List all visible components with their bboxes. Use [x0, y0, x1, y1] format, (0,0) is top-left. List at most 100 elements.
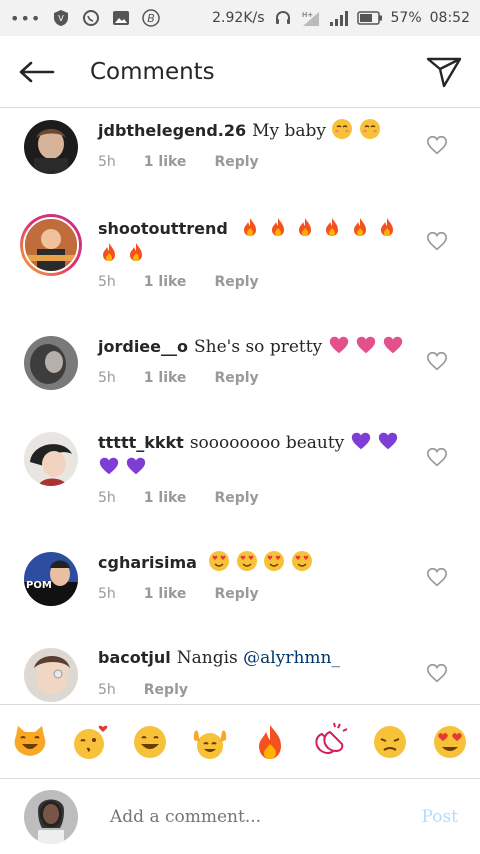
fire-icon	[239, 218, 261, 239]
pink-heart-icon	[355, 336, 377, 357]
comment-username[interactable]: shootouttrend	[98, 219, 228, 238]
signal-hplus-icon: H+	[301, 8, 321, 28]
avatar[interactable]	[24, 648, 78, 702]
headphones-icon	[273, 8, 293, 28]
mention-link[interactable]: @alyrhmn_	[243, 648, 340, 668]
heart-eyes-icon	[291, 551, 313, 573]
clapping-hands-icon[interactable]	[308, 720, 352, 764]
comment-likes[interactable]: 1 like	[144, 586, 187, 602]
reply-button[interactable]: Reply	[214, 586, 258, 602]
fire-icon	[321, 218, 343, 239]
avatar[interactable]	[24, 336, 78, 390]
reply-button[interactable]: Reply	[214, 154, 258, 170]
sad-face-icon[interactable]	[368, 720, 412, 764]
comment-item: jordiee__o She's so pretty 5h 1 like Repl…	[0, 324, 480, 420]
comment-likes[interactable]: 1 like	[144, 370, 187, 386]
comment-body: soooooooo beauty	[189, 433, 345, 453]
comment-meta: 5h 1 like Reply	[98, 274, 259, 290]
bitcoin-icon: B	[141, 8, 161, 28]
back-button[interactable]	[0, 36, 72, 108]
comment-body: Nangis	[176, 648, 238, 668]
svg-text:B: B	[148, 12, 156, 25]
avatar-story-ring[interactable]	[20, 214, 82, 276]
paper-plane-icon	[426, 57, 462, 87]
comment-likes[interactable]: 1 like	[144, 274, 187, 290]
blushing-face-icon	[359, 119, 381, 141]
comment-username[interactable]: jordiee__o	[98, 337, 188, 356]
comment-likes[interactable]: 1 like	[144, 154, 187, 170]
status-bar: ••• V B 2.92K/s H+ 57% 08:52	[0, 0, 480, 36]
battery-icon	[356, 8, 383, 28]
comment-item: shootouttrend 5h 1 like Reply	[0, 204, 480, 324]
raised-hands-icon[interactable]	[188, 720, 232, 764]
purple-heart-icon	[98, 457, 120, 478]
heart-eyes-icon[interactable]	[428, 720, 472, 764]
heart-eyes-icon	[263, 551, 285, 573]
fire-icon	[98, 243, 120, 264]
comment-username[interactable]: ttttt_kkkt	[98, 433, 184, 452]
comment-time: 5h	[98, 682, 116, 698]
purple-heart-icon	[125, 457, 147, 478]
fire-icon	[376, 218, 398, 239]
emoji-quick-bar	[0, 704, 480, 778]
purple-heart-icon	[350, 432, 372, 453]
comment-text: jdbthelegend.26 My baby	[98, 118, 410, 143]
post-button[interactable]: Post	[421, 807, 458, 827]
comment-time: 5h	[98, 274, 116, 290]
comment-input[interactable]	[108, 805, 422, 828]
comment-item: bacotjul Nangis @alyrhmn_ 5h Reply	[0, 636, 480, 704]
heart-eyes-icon	[236, 551, 258, 573]
comment-meta: 5h 1 like Reply	[98, 154, 259, 170]
like-heart-icon[interactable]	[426, 446, 448, 468]
kissing-face-icon[interactable]	[68, 720, 112, 764]
comment-text: cgharisima	[98, 550, 410, 575]
comment-item: jdbthelegend.26 My baby 5h 1 like Reply	[0, 108, 480, 204]
comment-username[interactable]: jdbthelegend.26	[98, 121, 246, 140]
comment-text: bacotjul Nangis @alyrhmn_	[98, 646, 410, 670]
comment-username[interactable]: cgharisima	[98, 553, 197, 572]
reply-button[interactable]: Reply	[214, 274, 258, 290]
like-heart-icon[interactable]	[426, 134, 448, 156]
comment-composer: Post	[0, 778, 480, 854]
avatar[interactable]	[24, 432, 78, 486]
clock: 08:52	[429, 10, 470, 26]
avatar[interactable]	[24, 120, 78, 174]
heart-eyes-icon	[208, 551, 230, 573]
comments-list[interactable]: jdbthelegend.26 My baby 5h 1 like Reply s…	[0, 108, 480, 704]
grinning-cat-icon[interactable]	[8, 720, 52, 764]
like-heart-icon[interactable]	[426, 566, 448, 588]
pink-heart-icon	[382, 336, 404, 357]
comment-body: She's so pretty	[194, 337, 323, 357]
blushing-face-icon	[331, 119, 353, 141]
comment-text: ttttt_kkkt soooooooo beauty	[98, 430, 410, 480]
comment-meta: 5h 1 like Reply	[98, 370, 259, 386]
fire-icon[interactable]	[248, 720, 292, 764]
comment-likes[interactable]: 1 like	[144, 490, 187, 506]
avatar[interactable]: POM	[24, 552, 78, 606]
reply-button[interactable]: Reply	[144, 682, 188, 698]
like-heart-icon[interactable]	[426, 230, 448, 252]
comments-header: Comments	[0, 36, 480, 108]
comment-meta: 5h 1 like Reply	[98, 490, 259, 506]
comment-username[interactable]: bacotjul	[98, 648, 171, 667]
fire-icon	[349, 218, 371, 239]
signal-bars-icon	[329, 8, 349, 28]
fire-icon	[267, 218, 289, 239]
comment-meta: 5h 1 like Reply	[98, 586, 259, 602]
network-speed: 2.92K/s	[212, 10, 265, 26]
fire-icon	[294, 218, 316, 239]
reply-button[interactable]: Reply	[214, 490, 258, 506]
direct-share-button[interactable]	[408, 36, 480, 108]
purple-heart-icon	[377, 432, 399, 453]
current-user-avatar	[24, 789, 78, 844]
reply-button[interactable]: Reply	[214, 370, 258, 386]
like-heart-icon[interactable]	[426, 350, 448, 372]
battery-percent: 57%	[390, 10, 422, 26]
smiling-face-icon[interactable]	[128, 720, 172, 764]
like-heart-icon[interactable]	[426, 662, 448, 684]
back-arrow-icon	[19, 61, 55, 82]
comment-body: My baby	[252, 121, 327, 141]
gallery-icon	[111, 8, 131, 28]
svg-text:H+: H+	[302, 11, 313, 19]
comment-time: 5h	[98, 370, 116, 386]
